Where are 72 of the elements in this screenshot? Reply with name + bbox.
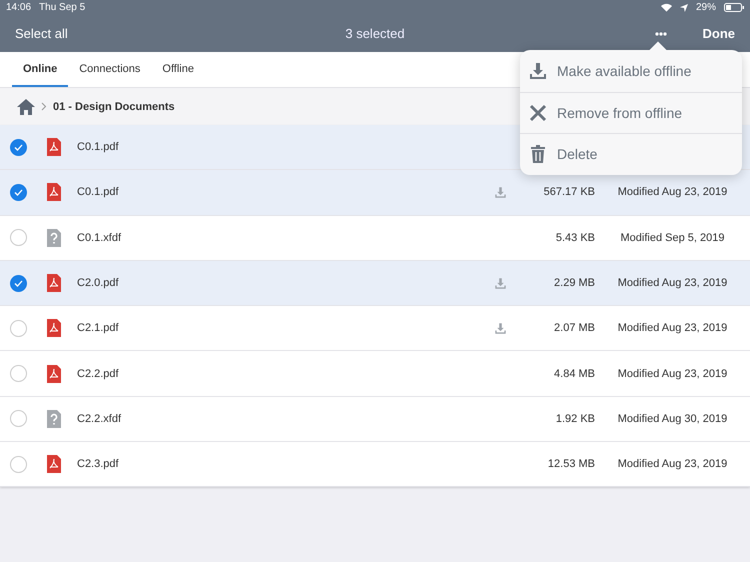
- modified-date: Modified Aug 23, 2019: [616, 322, 728, 334]
- selection-checkbox[interactable]: [10, 184, 27, 201]
- pdf-file-icon: [47, 455, 61, 474]
- menu-item[interactable]: Remove from offline: [520, 92, 742, 133]
- selection-checkbox[interactable]: [10, 456, 27, 473]
- file-row[interactable]: C2.1.pdf 2.07 MB Modified Aug 23, 2019: [0, 306, 750, 352]
- breadcrumb-folder[interactable]: 01 - Design Documents: [53, 100, 175, 112]
- modified-date: Modified Aug 23, 2019: [616, 277, 728, 290]
- file-size: 1.92 KB: [554, 412, 595, 425]
- more-icon[interactable]: [654, 32, 666, 36]
- pdf-file-icon: [47, 183, 61, 202]
- checkmark-icon: [14, 188, 23, 196]
- download-icon[interactable]: [494, 276, 506, 290]
- modified-date: Modified Aug 30, 2019: [616, 412, 728, 425]
- trash-icon: [528, 144, 548, 164]
- select-all-button[interactable]: Select all: [15, 26, 68, 41]
- selection-checkbox[interactable]: [10, 410, 27, 428]
- file-name: C2.0.pdf: [77, 277, 120, 290]
- status-date: Thu Sep 5: [39, 2, 86, 13]
- tab[interactable]: Connections: [68, 52, 152, 87]
- file-name: C2.1.pdf: [77, 322, 120, 334]
- close-icon: [528, 102, 548, 123]
- selection-checkbox[interactable]: [10, 274, 27, 292]
- file-name: C2.3.pdf: [77, 458, 120, 470]
- checkmark-icon: [14, 280, 23, 287]
- file-name: C2.2.xfdf: [77, 412, 122, 425]
- download-icon: [528, 60, 548, 81]
- pdf-file-icon: [47, 364, 61, 383]
- location-icon: [680, 4, 688, 12]
- file-size: 5.43 KB: [554, 232, 595, 244]
- download-icon[interactable]: [494, 322, 506, 335]
- done-button[interactable]: Done: [702, 26, 735, 41]
- battery-icon: [724, 3, 744, 12]
- file-size: 567.17 KB: [542, 186, 595, 198]
- home-icon[interactable]: [17, 98, 35, 114]
- selection-checkbox[interactable]: [10, 229, 27, 246]
- selection-checkbox[interactable]: [10, 320, 27, 337]
- file-row[interactable]: C2.0.pdf 2.29 MB Modified Aug 23, 2019: [0, 260, 750, 306]
- modified-date: Modified Aug 23, 2019: [616, 186, 728, 198]
- selection-checkbox[interactable]: [10, 138, 27, 156]
- pdf-file-icon: [47, 319, 61, 338]
- checkmark-icon: [14, 144, 23, 151]
- selection-checkbox[interactable]: [10, 365, 27, 382]
- menu-item[interactable]: Make available offline: [520, 50, 742, 92]
- status-time: 14:06: [6, 2, 32, 13]
- unknown-file-icon: [47, 228, 61, 247]
- file-name: C0.1.pdf: [77, 186, 120, 198]
- selection-count: 3 selected: [345, 26, 405, 41]
- battery-percent: 29%: [696, 2, 716, 13]
- file-size: 2.07 MB: [553, 322, 595, 334]
- modified-date: Modified Aug 23, 2019: [616, 458, 728, 470]
- file-size: 4.84 MB: [553, 368, 595, 380]
- pdf-file-icon: [47, 274, 61, 292]
- modified-date: Modified Sep 5, 2019: [620, 232, 726, 244]
- file-size: 2.29 MB: [553, 277, 595, 290]
- file-name: C0.1.xfdf: [77, 232, 122, 244]
- file-name: C2.2.pdf: [77, 368, 120, 380]
- file-size: 12.53 MB: [546, 458, 595, 470]
- chevron-icon: [41, 102, 47, 111]
- file-name: C0.1.pdf: [77, 141, 120, 154]
- file-row[interactable]: C0.1.xfdf 5.43 KB Modified Sep 5, 2019: [0, 216, 750, 261]
- wifi-icon: [660, 3, 672, 12]
- tab[interactable]: Offline: [151, 52, 205, 87]
- modified-date: Modified Aug 23, 2019: [616, 368, 728, 380]
- menu-item[interactable]: Delete: [520, 133, 742, 174]
- pdf-file-icon: [47, 138, 61, 156]
- file-row[interactable]: C2.2.pdf 4.84 MB Modified Aug 23, 2019: [0, 351, 750, 397]
- file-row[interactable]: C0.1.pdf 567.17 KB Modified Aug 23, 2019: [0, 170, 750, 216]
- unknown-file-icon: [47, 410, 61, 428]
- file-row[interactable]: C2.3.pdf 12.53 MB Modified Aug 23, 2019: [0, 442, 750, 488]
- download-icon[interactable]: [494, 186, 506, 199]
- file-row[interactable]: C2.2.xfdf 1.92 KB Modified Aug 30, 2019: [0, 396, 750, 442]
